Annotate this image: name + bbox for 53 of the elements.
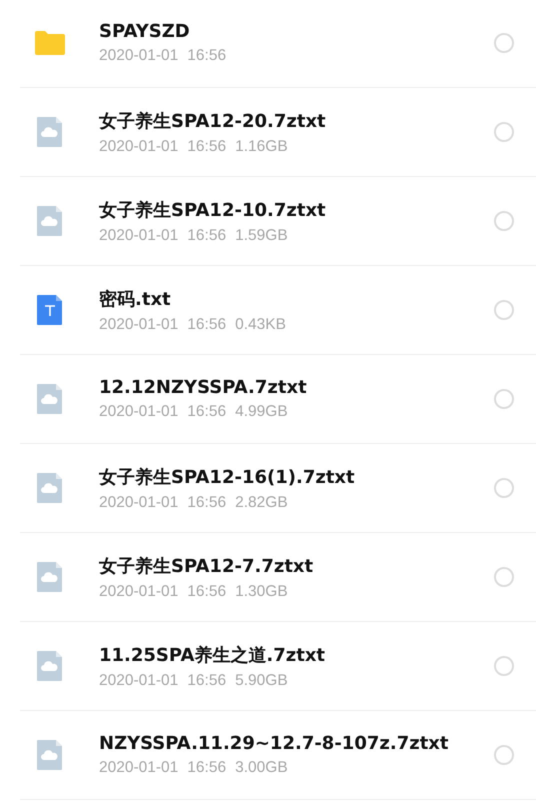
file-size: 2.82GB [235, 494, 288, 512]
cloud-file-icon [36, 383, 64, 415]
select-checkbox[interactable] [494, 122, 514, 142]
file-time: 16:56 [187, 672, 226, 690]
file-size: 3.00GB [235, 759, 288, 777]
file-time: 16:56 [187, 226, 226, 244]
file-date: 2020-01-01 [99, 494, 178, 512]
select-checkbox[interactable] [494, 389, 514, 409]
file-name: 女子养生SPA12-16(1).7ztxt [99, 466, 356, 488]
file-name: 密码.txt [99, 288, 172, 310]
file-size: 1.59GB [235, 226, 288, 244]
cloud-file-icon [36, 650, 64, 682]
file-date: 2020-01-01 [99, 582, 178, 600]
file-time: 16:56 [187, 47, 226, 65]
file-name: 女子养生SPA12-10.7ztxt [99, 198, 327, 222]
file-date: 2020-01-01 [99, 138, 178, 156]
file-name: 11.25SPA养生之道.7ztxt [99, 644, 326, 666]
file-date: 2020-01-01 [99, 759, 178, 777]
folder-icon [34, 30, 66, 56]
file-name: 女子养生SPA12-20.7ztxt [99, 110, 327, 132]
select-checkbox[interactable] [494, 745, 514, 765]
file-date: 2020-01-01 [99, 403, 178, 421]
cloud-file-icon [36, 739, 64, 771]
file-date: 2020-01-01 [99, 226, 178, 244]
cloud-file-icon [36, 561, 64, 593]
file-date: 2020-01-01 [99, 316, 178, 334]
file-time: 16:56 [187, 138, 226, 156]
select-checkbox[interactable] [494, 211, 514, 231]
file-date: 2020-01-01 [99, 672, 178, 690]
select-checkbox[interactable] [494, 567, 514, 587]
file-name: NZYSSPA.11.29~12.7-8-107z.7ztxt [99, 733, 450, 754]
select-checkbox[interactable] [494, 33, 514, 53]
file-size: 1.30GB [235, 582, 288, 600]
file-time: 16:56 [187, 316, 226, 334]
file-time: 16:56 [187, 759, 226, 777]
cloud-file-icon [36, 116, 64, 148]
file-size: 0.43KB [235, 316, 286, 334]
file-time: 16:56 [187, 403, 226, 421]
cloud-file-icon [36, 472, 64, 504]
file-size: 1.16GB [235, 138, 288, 156]
select-checkbox[interactable] [494, 300, 514, 320]
file-name: SPAYSZD [99, 21, 191, 42]
text-file-icon [36, 294, 64, 326]
cloud-file-icon [36, 205, 64, 237]
file-size: 5.90GB [235, 672, 288, 690]
select-checkbox[interactable] [494, 656, 514, 676]
file-name: 女子养生SPA12-7.7ztxt [99, 554, 314, 578]
select-checkbox[interactable] [494, 478, 514, 498]
file-date: 2020-01-01 [99, 47, 178, 65]
file-name: 12.12NZYSSPA.7ztxt [99, 377, 308, 398]
file-size: 4.99GB [235, 403, 288, 421]
file-time: 16:56 [187, 494, 226, 512]
file-time: 16:56 [187, 582, 226, 600]
